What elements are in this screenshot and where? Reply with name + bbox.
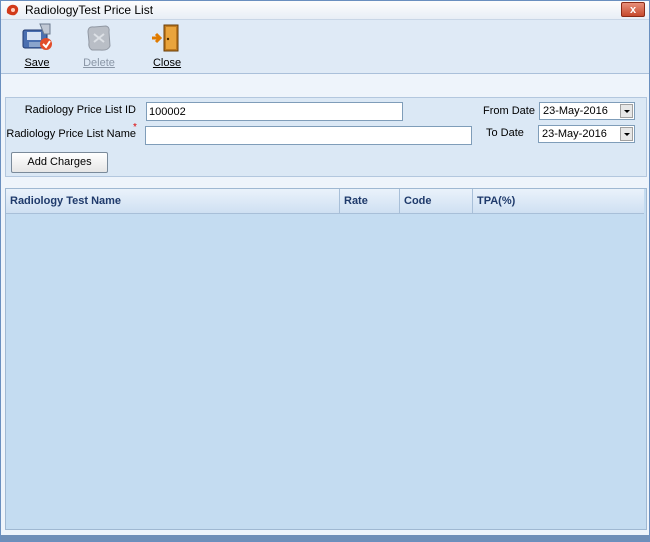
delete-label: Delete (83, 57, 115, 69)
grid-header: Radiology Test Name Rate Code TPA(%) (6, 189, 644, 214)
to-date-label: To Date (486, 127, 524, 139)
price-list-name-label: Radiology Price List Name (6, 128, 136, 140)
from-date-value: 23-May-2016 (543, 105, 608, 117)
to-date-dropdown-icon[interactable] (620, 127, 633, 141)
column-header-test-name[interactable]: Radiology Test Name (6, 189, 340, 213)
delete-icon (87, 25, 111, 51)
column-header-tpa[interactable]: TPA(%) (473, 189, 644, 213)
price-list-id-input[interactable] (146, 102, 403, 121)
delete-button[interactable]: Delete (77, 22, 121, 72)
toolbar: Save Delete Close (1, 20, 649, 74)
to-date-value: 23-May-2016 (542, 128, 607, 140)
status-bar (1, 535, 649, 541)
close-label: Close (152, 57, 182, 69)
required-marker: * (133, 122, 137, 133)
save-icon (22, 23, 52, 50)
column-header-rate[interactable]: Rate (340, 189, 400, 213)
radiology-test-grid[interactable]: Radiology Test Name Rate Code TPA(%) (5, 188, 647, 530)
price-list-id-label: Radiology Price List ID (24, 104, 136, 116)
price-list-window: RadiologyTest Price List x Save Delete C… (0, 0, 650, 542)
to-date-picker[interactable]: 23-May-2016 (538, 125, 635, 143)
save-button[interactable]: Save (15, 22, 59, 72)
from-date-dropdown-icon[interactable] (620, 104, 633, 118)
from-date-picker[interactable]: 23-May-2016 (539, 102, 635, 120)
window-title: RadiologyTest Price List (25, 3, 154, 17)
add-charges-button[interactable]: Add Charges (11, 152, 108, 173)
exit-door-icon (152, 24, 179, 52)
price-list-form: Radiology Price List ID Radiology Price … (5, 97, 647, 177)
save-label: Save (24, 57, 50, 69)
window-close-button[interactable]: x (621, 2, 645, 17)
app-icon (6, 4, 19, 16)
from-date-label: From Date (483, 105, 535, 117)
close-button[interactable]: Close (145, 22, 189, 72)
column-header-code[interactable]: Code (400, 189, 473, 213)
title-bar: RadiologyTest Price List x (1, 1, 649, 20)
price-list-name-input[interactable] (145, 126, 472, 145)
